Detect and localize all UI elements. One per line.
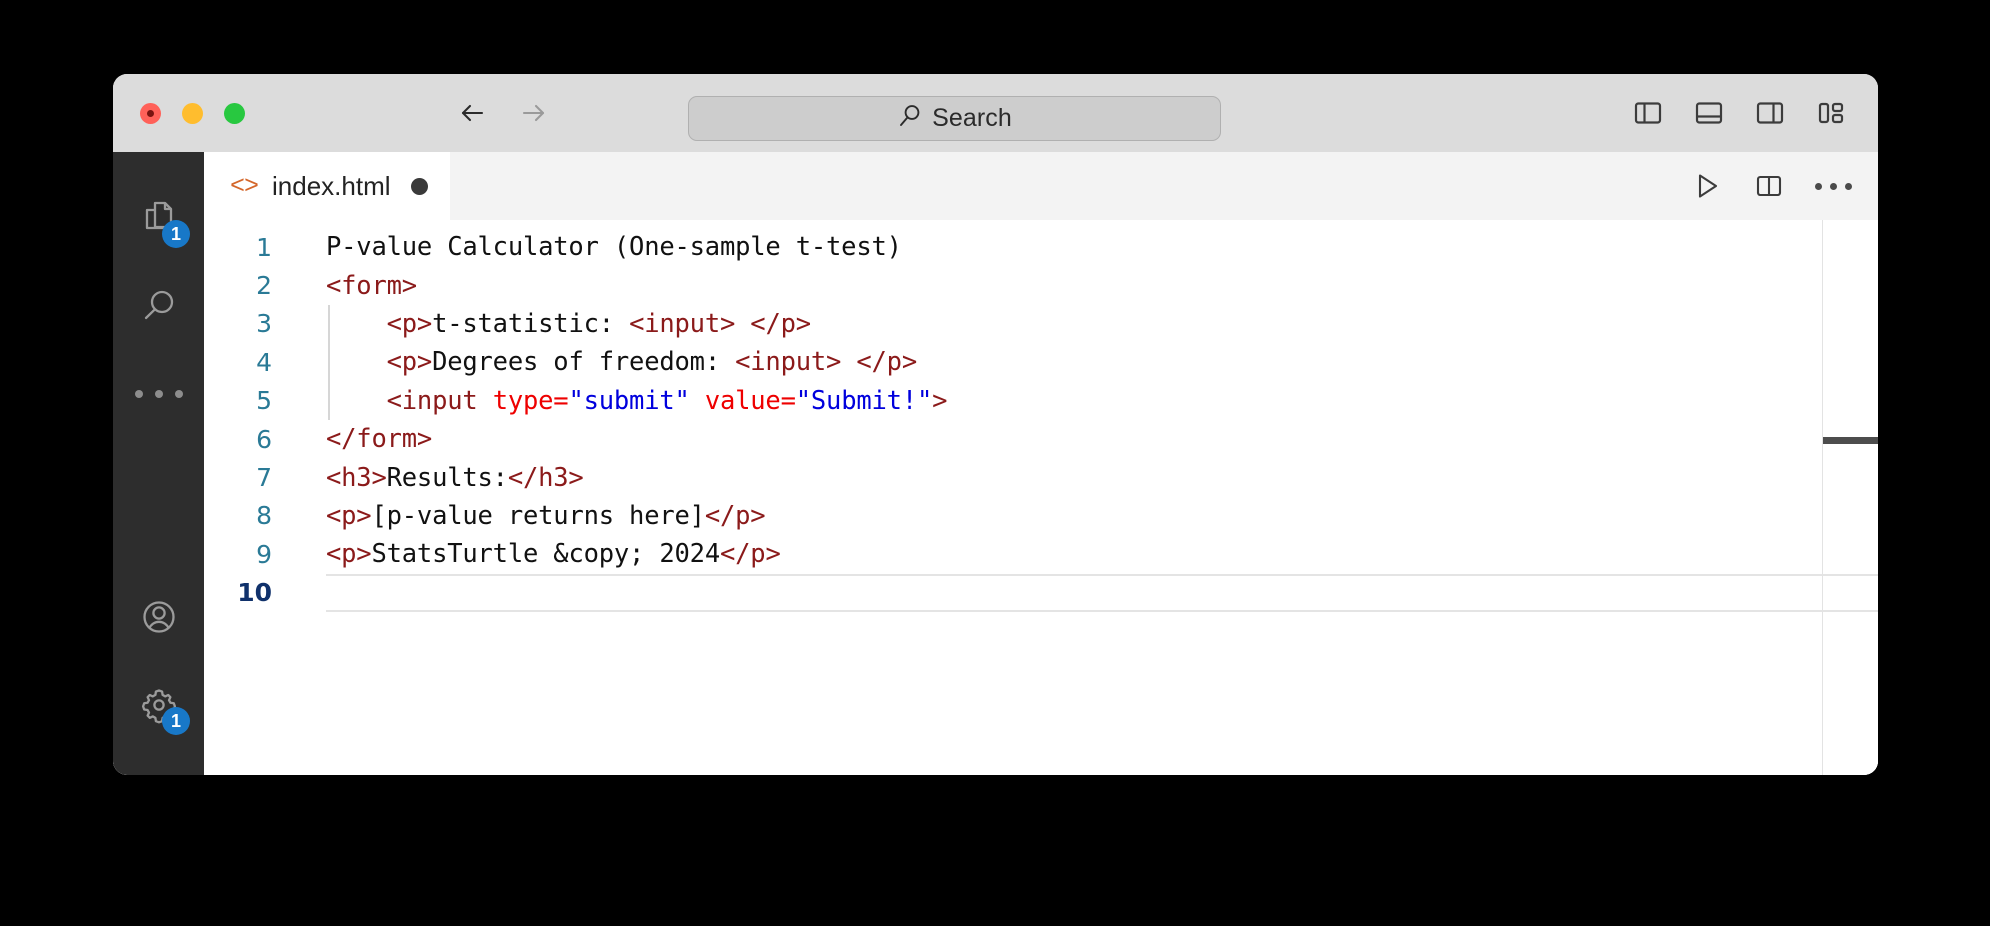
toggle-panel-icon[interactable] — [1692, 96, 1726, 130]
sidebar-item-accounts[interactable] — [113, 573, 204, 661]
split-editor-button[interactable] — [1753, 170, 1785, 202]
line-number: 1 — [256, 232, 272, 262]
code-editor[interactable]: 1 P-value Calculator (One-sample t-test) 2… — [204, 220, 1878, 775]
editor-group: <> index.html 1 P-value Calculator (One-… — [204, 152, 1878, 775]
minimize-window-button[interactable] — [182, 102, 203, 124]
code-line[interactable]: 8 <p>[p-value returns here]</p> — [204, 497, 1878, 535]
code-line[interactable]: 1 P-value Calculator (One-sample t-test) — [204, 228, 1878, 266]
token-tag: <input — [386, 385, 493, 416]
token-tag: > — [932, 385, 948, 416]
window-body: 1 1 <> index.html 1 P-value Calculator (… — [113, 152, 1878, 775]
search-input[interactable]: Search — [688, 96, 1221, 141]
toggle-secondary-sidebar-icon[interactable] — [1753, 96, 1787, 130]
token-text: [p-value returns here] — [371, 500, 705, 531]
token-attr: type= — [492, 385, 569, 416]
token-tag: <p> — [326, 539, 372, 570]
token-tag: </p> — [750, 308, 811, 339]
line-content: </form> — [294, 424, 1878, 454]
line-number: 3 — [256, 309, 272, 339]
line-number: 6 — [256, 424, 272, 454]
line-number: 4 — [256, 347, 272, 377]
token-tag: <input> — [735, 347, 842, 378]
title-bar: Search — [113, 74, 1878, 152]
line-number: 5 — [256, 386, 272, 416]
sidebar-item-explorer[interactable]: 1 — [113, 174, 204, 262]
code-line[interactable]: 3 <p>t-statistic: <input> </p> — [204, 305, 1878, 343]
tab-label: index.html — [272, 170, 391, 201]
sidebar-item-more-views[interactable] — [113, 350, 204, 438]
code-line[interactable]: 6 </form> — [204, 420, 1878, 458]
token-tag: <p> — [326, 500, 372, 531]
navigation-controls — [455, 96, 551, 130]
line-content: <p>StatsTurtle &copy; 2024</p> — [294, 539, 1878, 569]
unsaved-indicator-icon[interactable] — [410, 177, 428, 195]
line-content: P-value Calculator (One-sample t-test) — [294, 232, 1878, 262]
code-line[interactable]: 5 <input type="submit" value="Submit!"> — [204, 382, 1878, 420]
layout-actions — [1631, 74, 1848, 152]
forward-arrow-icon[interactable] — [517, 96, 551, 130]
token-tag: </form> — [326, 424, 433, 455]
line-content: <p>Degrees of freedom: <input> </p> — [294, 347, 1878, 377]
tab-index-html[interactable]: <> index.html — [204, 152, 450, 220]
explorer-badge: 1 — [162, 220, 190, 248]
token-tag: <p> — [386, 347, 433, 378]
code-line[interactable]: 10 — [204, 574, 1878, 612]
maximize-window-button[interactable] — [224, 102, 245, 124]
token-text: Degrees of freedom: — [432, 347, 736, 378]
token-val: "submit" — [568, 385, 690, 416]
line-content: <input type="submit" value="Submit!"> — [294, 386, 1878, 416]
toggle-primary-sidebar-icon[interactable] — [1631, 96, 1665, 130]
token-tag: </p> — [856, 347, 917, 378]
line-number: 9 — [256, 539, 272, 569]
html-file-icon: <> — [230, 171, 259, 201]
token-tag: </p> — [719, 539, 781, 570]
code-line[interactable]: 9 <p>StatsTurtle &copy; 2024</p> — [204, 535, 1878, 573]
token-tag: </h3> — [507, 462, 584, 493]
window-controls — [140, 102, 245, 124]
line-content: <form> — [294, 271, 1878, 301]
editor-tab-bar: <> index.html — [204, 152, 1878, 220]
editor-actions — [1691, 152, 1852, 220]
code-lines: 1 P-value Calculator (One-sample t-test) 2… — [204, 220, 1878, 612]
token-attr: value= — [704, 385, 796, 416]
line-content: <p>[p-value returns here]</p> — [294, 501, 1878, 531]
token-val: "Submit!" — [795, 385, 933, 416]
token-tag: <input> — [629, 308, 736, 339]
token-tag: <h3> — [326, 462, 387, 493]
run-button[interactable] — [1691, 170, 1723, 202]
token-text: P-value Calculator (One-sample t-test) — [326, 232, 902, 263]
line-content: <h3>Results:</h3> — [294, 463, 1878, 493]
activity-bar: 1 1 — [113, 152, 204, 775]
search-placeholder-label: Search — [932, 104, 1012, 132]
token-text: StatsTurtle &copy; 2024 — [371, 539, 720, 570]
ellipsis-icon — [134, 390, 183, 398]
token-tag: <form> — [326, 270, 417, 301]
sidebar-item-search[interactable] — [113, 262, 204, 350]
vscode-window: Search 1 1 <> index.html 1 P-value Calcu… — [113, 74, 1878, 775]
line-number: 2 — [256, 271, 272, 301]
token-tag: <p> — [386, 308, 433, 339]
code-line[interactable]: 4 <p>Degrees of freedom: <input> </p> — [204, 343, 1878, 381]
code-line[interactable]: 7 <h3>Results:</h3> — [204, 458, 1878, 496]
line-number: 10 — [237, 578, 272, 608]
search-icon — [897, 103, 923, 134]
code-line[interactable]: 2 <form> — [204, 266, 1878, 304]
search-icon — [136, 283, 182, 329]
back-arrow-icon[interactable] — [455, 96, 489, 130]
close-window-button[interactable] — [140, 102, 161, 124]
manage-badge: 1 — [162, 707, 190, 735]
account-icon — [136, 594, 182, 640]
sidebar-item-manage[interactable]: 1 — [113, 661, 204, 749]
token-tag: </p> — [704, 500, 766, 531]
token-text: Results: — [386, 462, 508, 493]
customize-layout-icon[interactable] — [1814, 96, 1848, 130]
line-content: <p>t-statistic: <input> </p> — [294, 309, 1878, 339]
line-number: 8 — [256, 501, 272, 531]
token-text: t-statistic: — [432, 308, 630, 339]
more-actions-button[interactable] — [1815, 182, 1852, 190]
line-number: 7 — [256, 463, 272, 493]
